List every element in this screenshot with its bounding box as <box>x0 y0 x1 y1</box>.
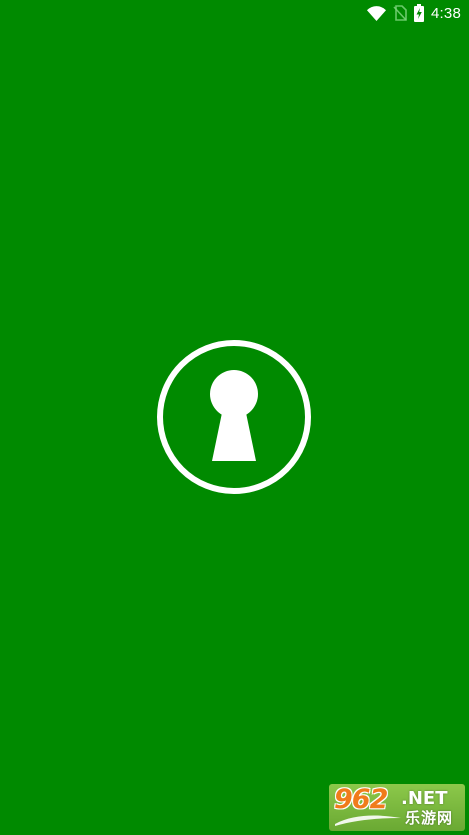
no-sim-icon <box>393 5 407 21</box>
splash-screen: 4:38 962 .NET 乐游网 <box>0 0 469 835</box>
watermark-swoosh <box>335 815 401 826</box>
watermark-logo: 962 .NET 乐游网 <box>329 784 465 831</box>
status-clock: 4:38 <box>431 4 461 22</box>
keyhole-icon <box>155 338 313 496</box>
wifi-icon <box>367 5 386 21</box>
battery-charging-icon <box>414 4 424 22</box>
watermark-cn-text: 乐游网 <box>405 809 454 827</box>
status-icons: 4:38 <box>367 3 461 23</box>
status-bar: 4:38 <box>0 0 469 26</box>
